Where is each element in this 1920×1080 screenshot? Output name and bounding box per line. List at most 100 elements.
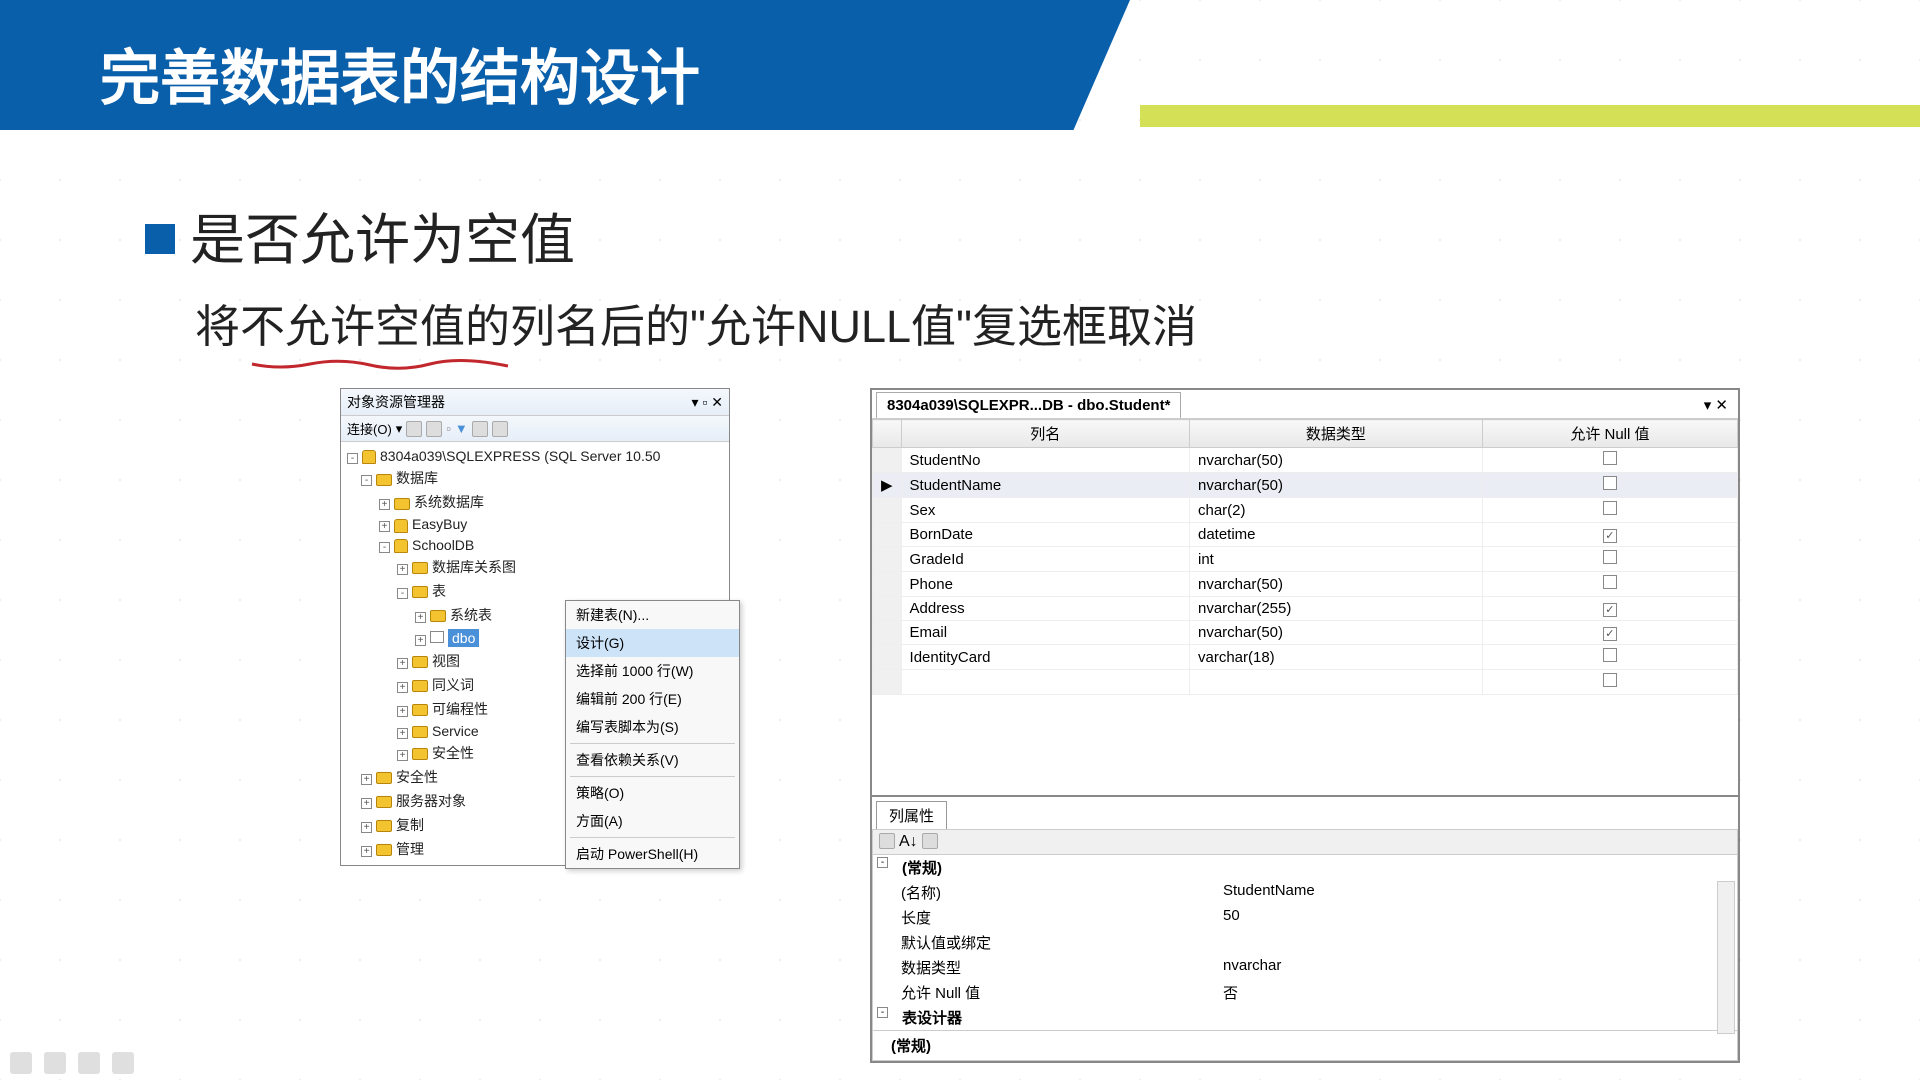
col-type[interactable]: nvarchar(50) bbox=[1189, 621, 1482, 645]
allow-null-checkbox[interactable] bbox=[1603, 476, 1617, 490]
allow-null-checkbox[interactable] bbox=[1603, 529, 1617, 543]
tree-systables[interactable]: 系统表 bbox=[450, 607, 492, 623]
ctx-select-top[interactable]: 选择前 1000 行(W) bbox=[566, 657, 739, 685]
tree-tables[interactable]: 表 bbox=[432, 583, 446, 599]
tree-schooldb[interactable]: SchoolDB bbox=[412, 537, 474, 553]
ctx-view-deps[interactable]: 查看依赖关系(V) bbox=[566, 746, 739, 774]
allow-null-checkbox[interactable] bbox=[1603, 603, 1617, 617]
col-type[interactable]: int bbox=[1189, 547, 1482, 572]
tree-sysdbs[interactable]: 系统数据库 bbox=[414, 494, 484, 510]
col-header-name: 列名 bbox=[901, 420, 1189, 448]
tree-views[interactable]: 视图 bbox=[432, 653, 460, 669]
footer-icon[interactable] bbox=[78, 1052, 100, 1074]
designer-row[interactable]: Sexchar(2) bbox=[873, 498, 1738, 523]
bullet-square bbox=[145, 224, 175, 254]
ctx-policies[interactable]: 策略(O) bbox=[566, 779, 739, 807]
col-type[interactable]: nvarchar(50) bbox=[1189, 572, 1482, 597]
underline-annotation bbox=[250, 358, 510, 373]
allow-null-checkbox[interactable] bbox=[1603, 575, 1617, 589]
tree-replication[interactable]: 复制 bbox=[396, 817, 424, 833]
tree-security[interactable]: 安全性 bbox=[396, 769, 438, 785]
toolbar-icon[interactable] bbox=[922, 833, 938, 849]
tree-dbo-selected[interactable]: dbo bbox=[448, 629, 479, 647]
toolbar-icon[interactable] bbox=[879, 833, 895, 849]
ctx-new-table[interactable]: 新建表(N)... bbox=[566, 601, 739, 629]
allow-null-checkbox[interactable] bbox=[1603, 648, 1617, 662]
col-name[interactable]: StudentNo bbox=[901, 448, 1189, 473]
colprops-tab[interactable]: 列属性 bbox=[876, 801, 947, 829]
toolbar-icon[interactable] bbox=[492, 421, 508, 437]
col-name[interactable]: GradeId bbox=[901, 547, 1189, 572]
col-name[interactable]: StudentName bbox=[901, 473, 1189, 498]
column-properties: 列属性 A↓ -(常规) (名称)StudentName 长度50 默认值或绑定… bbox=[872, 795, 1738, 1061]
designer-row[interactable]: GradeIdint bbox=[873, 547, 1738, 572]
designer-tab[interactable]: 8304a039\SQLEXPR...DB - dbo.Student* bbox=[876, 392, 1181, 418]
tree-management[interactable]: 管理 bbox=[396, 841, 424, 857]
tree-service[interactable]: Service bbox=[432, 723, 479, 739]
col-type[interactable]: char(2) bbox=[1189, 498, 1482, 523]
toolbar-icon[interactable] bbox=[406, 421, 422, 437]
allow-null-checkbox[interactable] bbox=[1603, 501, 1617, 515]
designer-row[interactable]: StudentNonvarchar(50) bbox=[873, 448, 1738, 473]
connect-button[interactable]: 连接(O) bbox=[347, 419, 392, 438]
tree-diagram[interactable]: 数据库关系图 bbox=[432, 559, 516, 575]
cp-group-general: (常规) bbox=[892, 857, 942, 878]
designer-grid[interactable]: 列名 数据类型 允许 Null 值 StudentNonvarchar(50)▶… bbox=[872, 419, 1738, 695]
designer-row[interactable]: ▶StudentNamenvarchar(50) bbox=[873, 473, 1738, 498]
ctx-powershell[interactable]: 启动 PowerShell(H) bbox=[566, 840, 739, 868]
ctx-design[interactable]: 设计(G) bbox=[566, 629, 739, 657]
col-type[interactable]: nvarchar(255) bbox=[1189, 597, 1482, 621]
tree-sec-inner[interactable]: 安全性 bbox=[432, 745, 474, 761]
cp-type-val[interactable]: nvarchar bbox=[1223, 957, 1737, 978]
col-type[interactable]: datetime bbox=[1189, 523, 1482, 547]
toolbar-icon[interactable] bbox=[426, 421, 442, 437]
allow-null-checkbox[interactable] bbox=[1603, 550, 1617, 564]
col-type[interactable]: nvarchar(50) bbox=[1189, 473, 1482, 498]
tree-easybuy[interactable]: EasyBuy bbox=[412, 516, 467, 532]
ctx-separator bbox=[570, 776, 735, 777]
footer-icon[interactable] bbox=[10, 1052, 32, 1074]
toolbar-icon[interactable] bbox=[472, 421, 488, 437]
explorer-title: 对象资源管理器 bbox=[347, 392, 445, 412]
designer-row[interactable]: Addressnvarchar(255) bbox=[873, 597, 1738, 621]
col-name[interactable]: Phone bbox=[901, 572, 1189, 597]
tree-databases[interactable]: 数据库 bbox=[396, 470, 438, 486]
cp-len-val[interactable]: 50 bbox=[1223, 907, 1737, 928]
title-accent bbox=[1140, 105, 1920, 127]
footer-icon[interactable] bbox=[44, 1052, 66, 1074]
explorer-header-buttons[interactable]: ▾ ▫ ✕ bbox=[692, 394, 724, 411]
col-name[interactable]: Address bbox=[901, 597, 1189, 621]
designer-row[interactable]: Emailnvarchar(50) bbox=[873, 621, 1738, 645]
allow-null-checkbox[interactable] bbox=[1603, 451, 1617, 465]
cp-footer: (常规) bbox=[881, 1035, 931, 1056]
col-name[interactable]: Email bbox=[901, 621, 1189, 645]
ctx-facets[interactable]: 方面(A) bbox=[566, 807, 739, 835]
explorer-toolbar: 连接(O)▾ ▫ ▼ bbox=[341, 416, 729, 442]
col-type[interactable]: nvarchar(50) bbox=[1189, 448, 1482, 473]
designer-row[interactable]: IdentityCardvarchar(18) bbox=[873, 645, 1738, 670]
cp-name-val[interactable]: StudentName bbox=[1223, 882, 1737, 903]
ctx-edit-top[interactable]: 编辑前 200 行(E) bbox=[566, 685, 739, 713]
sort-icon[interactable]: A↓ bbox=[899, 833, 918, 851]
tree-serverobjs[interactable]: 服务器对象 bbox=[396, 793, 466, 809]
cp-default-key: 默认值或绑定 bbox=[873, 932, 1223, 953]
cp-null-val[interactable]: 否 bbox=[1223, 982, 1737, 1003]
footer-icon[interactable] bbox=[112, 1052, 134, 1074]
context-menu: 新建表(N)... 设计(G) 选择前 1000 行(W) 编辑前 200 行(… bbox=[565, 600, 740, 869]
tree-server[interactable]: 8304a039\SQLEXPRESS (SQL Server 10.50 bbox=[380, 448, 660, 464]
col-name[interactable]: BornDate bbox=[901, 523, 1189, 547]
cp-default-val[interactable] bbox=[1223, 932, 1737, 953]
allow-null-checkbox[interactable] bbox=[1603, 673, 1617, 687]
designer-tab-buttons[interactable]: ▾ ✕ bbox=[1698, 392, 1734, 418]
tree-synonyms[interactable]: 同义词 bbox=[432, 677, 474, 693]
tree-prog[interactable]: 可编程性 bbox=[432, 701, 488, 717]
scrollbar-vertical[interactable] bbox=[1717, 881, 1735, 1034]
col-type[interactable]: varchar(18) bbox=[1189, 645, 1482, 670]
ctx-script-as[interactable]: 编写表脚本为(S) bbox=[566, 713, 739, 741]
allow-null-checkbox[interactable] bbox=[1603, 627, 1617, 641]
col-header-null: 允许 Null 值 bbox=[1482, 420, 1737, 448]
designer-row[interactable]: BornDatedatetime bbox=[873, 523, 1738, 547]
designer-row[interactable]: Phonenvarchar(50) bbox=[873, 572, 1738, 597]
col-name[interactable]: IdentityCard bbox=[901, 645, 1189, 670]
col-name[interactable]: Sex bbox=[901, 498, 1189, 523]
